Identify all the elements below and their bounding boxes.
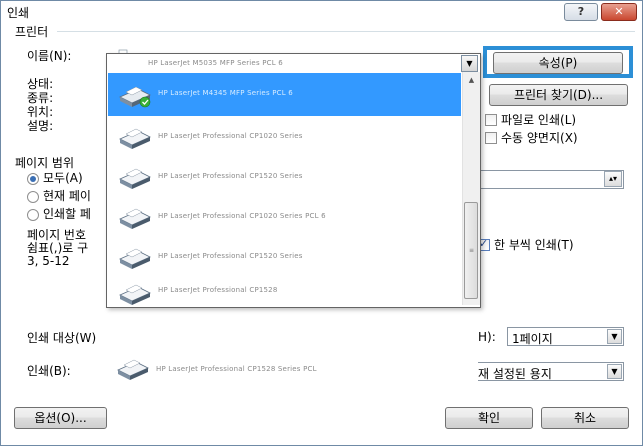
list-item[interactable]: HP LaserJet Professional CP1520 Series: [108, 156, 461, 196]
find-printer-button-label: 프린터 찾기(D)...: [513, 88, 604, 102]
list-item[interactable]: HP LaserJet Professional CP1520 Series: [108, 236, 461, 276]
print-what-label: 인쇄 대상(W): [27, 331, 97, 345]
printer-name-label: 이름(N):: [27, 49, 72, 63]
printer-group-divider: [57, 31, 635, 32]
title-bar: 인쇄 ? ✕: [1, 1, 642, 21]
list-item[interactable]: HP LaserJet Professional CP1020 Series: [108, 116, 461, 156]
find-printer-button[interactable]: 프린터 찾기(D)...: [489, 84, 628, 106]
print-dialog: 인쇄 ? ✕ 프린터 이름(N): 상태: 종류: 위치: 설명: 속성(P) …: [0, 0, 643, 446]
chevron-down-icon: ▼: [607, 329, 622, 344]
printer-type-label: 종류:: [27, 91, 54, 105]
list-item[interactable]: HP LaserJet Professional CP1528: [108, 276, 461, 306]
close-button[interactable]: ✕: [601, 3, 637, 21]
printer-comment-label: 설명:: [27, 119, 54, 133]
printer-group-title: 프린터: [15, 25, 49, 39]
grip-icon: ≡: [469, 247, 475, 254]
print-range-label: 인쇄(B):: [27, 364, 71, 378]
collate-label[interactable]: 한 부씩 인쇄(T): [494, 236, 574, 253]
window-title: 인쇄: [7, 6, 30, 20]
printer-icon: [118, 167, 151, 189]
page-range-all-label[interactable]: 모두(A): [43, 169, 83, 186]
printer-list-name: HP LaserJet M4345 MFP Series PCL 6: [158, 89, 293, 97]
page-range-current-label[interactable]: 현재 페이: [43, 187, 91, 204]
copies-spinner[interactable]: ▴▾: [604, 171, 622, 187]
print-to-file-label[interactable]: 파일로 인쇄(L): [501, 111, 576, 128]
cancel-button-label: 취소: [573, 411, 597, 425]
options-button-label: 옵션(O)...: [34, 411, 87, 425]
manual-duplex-label[interactable]: 수동 양면지(X): [501, 129, 578, 146]
printer-list-scrollbar[interactable]: ▲ ≡: [462, 72, 480, 305]
scrollbar-thumb[interactable]: ≡: [464, 202, 478, 299]
page-range-current-radio[interactable]: [27, 191, 39, 203]
printer-list-name: HP LaserJet Professional CP1520 Series: [158, 172, 303, 180]
scale-to-paper-value: 재 설정된 용지: [478, 367, 552, 381]
cancel-button[interactable]: 취소: [541, 407, 629, 429]
page-range-selection-label[interactable]: 인쇄할 페: [43, 205, 91, 222]
page-range-all-radio[interactable]: [27, 173, 39, 185]
printer-icon: [118, 247, 151, 269]
printer-icon: [118, 207, 151, 229]
printer-dropdown-list[interactable]: HP LaserJet M5035 MFP Series PCL 6 ▼ HP …: [106, 53, 481, 308]
print-to-file-checkbox[interactable]: [485, 114, 497, 126]
printer-default-icon: [118, 83, 151, 108]
pages-per-sheet-value: 1페이지: [512, 332, 553, 346]
pages-per-sheet-label: H):: [478, 330, 496, 344]
printer-location-label: 위치:: [27, 105, 54, 119]
options-button[interactable]: 옵션(O)...: [14, 407, 107, 429]
pages-per-sheet-select[interactable]: 1페이지 ▼: [507, 327, 624, 346]
list-item[interactable]: HP LaserJet Professional CP1020 Series P…: [108, 196, 461, 236]
printer-list-name: HP LaserJet Professional CP1020 Series: [158, 132, 303, 140]
printer-list-name: HP LaserJet Professional CP1520 Series: [158, 252, 303, 260]
printer-icon: [116, 358, 149, 380]
printer-icon: [118, 283, 151, 305]
printer-list-name: HP LaserJet M5035 MFP Series PCL 6: [148, 59, 283, 67]
properties-highlight-frame: [483, 46, 633, 78]
copies-input[interactable]: [478, 170, 624, 189]
printer-icon: [118, 127, 151, 149]
help-button[interactable]: ?: [564, 3, 598, 21]
list-item[interactable]: HP LaserJet M5035 MFP Series PCL 6: [108, 54, 461, 72]
scroll-up-icon[interactable]: ▲: [463, 72, 480, 89]
printer-list-name: HP LaserJet Professional CP1528: [158, 286, 278, 294]
ok-button-label: 확인: [477, 411, 501, 425]
printer-list-name: HP LaserJet Professional CP1528 Series P…: [156, 365, 317, 373]
page-range-selection-radio[interactable]: [27, 209, 39, 221]
list-item[interactable]: HP LaserJet Professional CP1528 Series P…: [106, 353, 479, 385]
scale-to-paper-select[interactable]: 재 설정된 용지 ▼: [478, 362, 624, 381]
printer-dropdown-arrow[interactable]: ▼: [461, 55, 478, 72]
list-item[interactable]: HP LaserJet M4345 MFP Series PCL 6: [108, 73, 461, 116]
printer-status-label: 상태:: [27, 77, 54, 91]
printer-list-name: HP LaserJet Professional CP1020 Series P…: [158, 212, 326, 220]
chevron-down-icon: ▼: [607, 364, 622, 379]
manual-duplex-checkbox[interactable]: [485, 132, 497, 144]
page-range-help-line3: 3, 5-12: [27, 254, 70, 268]
ok-button[interactable]: 확인: [445, 407, 533, 429]
